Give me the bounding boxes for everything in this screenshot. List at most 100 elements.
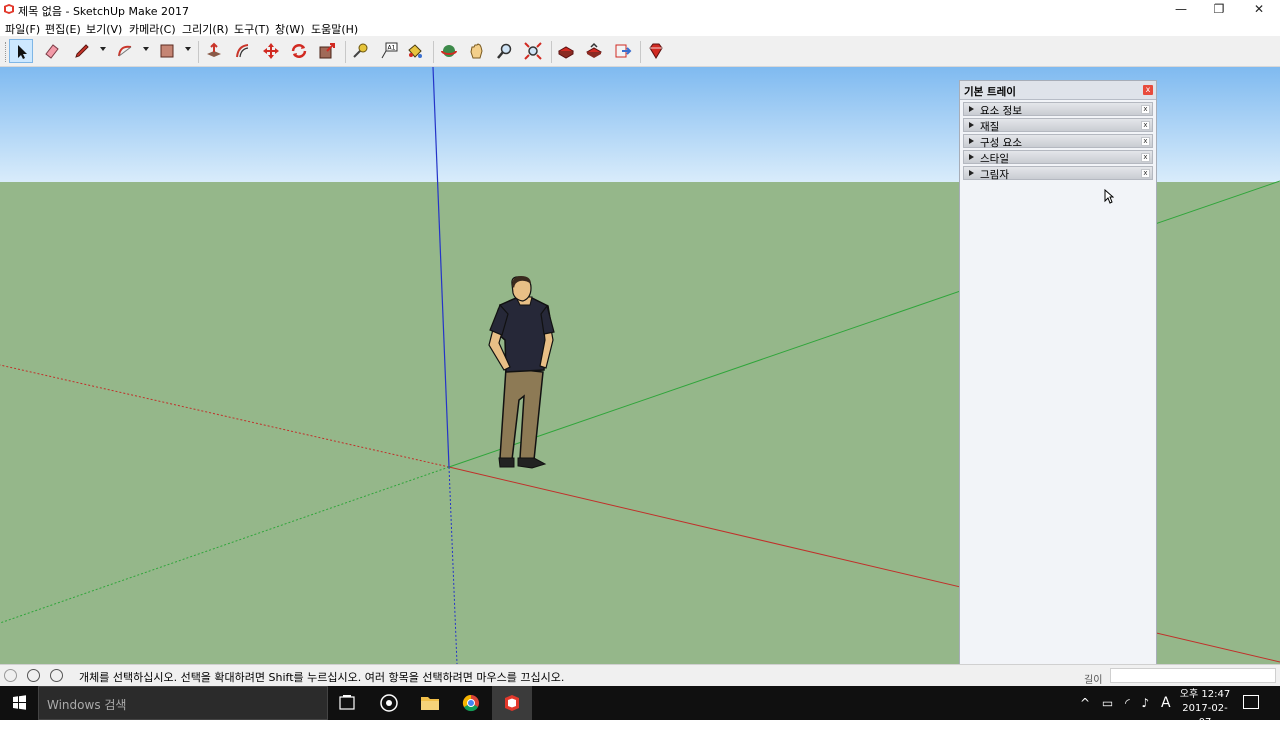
camera-app-icon[interactable] bbox=[369, 686, 409, 720]
paint-bucket-tool[interactable] bbox=[403, 39, 427, 63]
pan-tool[interactable] bbox=[465, 39, 489, 63]
panel-shadows[interactable]: 그림자 x bbox=[963, 166, 1153, 181]
move-icon bbox=[263, 43, 279, 59]
rectangle-tool-dropdown[interactable] bbox=[185, 47, 191, 51]
measurements-label: 길이 bbox=[1084, 675, 1103, 686]
svg-text:A1: A1 bbox=[388, 45, 396, 52]
wifi-icon[interactable]: ◜ bbox=[1125, 696, 1130, 710]
show-hidden-icons-icon[interactable]: ^ bbox=[1080, 696, 1090, 710]
share-model-icon bbox=[585, 42, 603, 58]
measurements-box[interactable] bbox=[1110, 668, 1276, 683]
panel-close-button[interactable]: x bbox=[1141, 121, 1150, 130]
panel-close-button[interactable]: x bbox=[1141, 105, 1150, 114]
push-pull-tool[interactable] bbox=[202, 39, 226, 63]
offset-icon bbox=[236, 44, 249, 58]
action-center-icon[interactable] bbox=[1243, 695, 1259, 709]
panel-close-button[interactable]: x bbox=[1141, 137, 1150, 146]
send-to-layout-icon bbox=[615, 44, 632, 58]
chrome-icon[interactable] bbox=[451, 686, 491, 720]
scale-tool[interactable] bbox=[315, 39, 339, 63]
panel-components[interactable]: 구성 요소 x bbox=[963, 134, 1153, 149]
orbit-tool[interactable] bbox=[437, 39, 461, 63]
move-tool[interactable] bbox=[259, 39, 283, 63]
clock-date: 2017-02-07 bbox=[1182, 703, 1228, 728]
line-tool[interactable] bbox=[70, 39, 94, 63]
menu-draw[interactable]: 그리기(R) bbox=[182, 21, 229, 37]
panel-label: 재질 bbox=[980, 121, 1000, 133]
toolbar-separator bbox=[345, 41, 346, 63]
panel-styles[interactable]: 스타일 x bbox=[963, 150, 1153, 165]
scale-icon bbox=[319, 43, 335, 59]
line-tool-dropdown[interactable] bbox=[100, 47, 106, 51]
ime-indicator[interactable]: A bbox=[1161, 695, 1171, 711]
push-pull-icon bbox=[207, 42, 221, 57]
task-view-icon[interactable] bbox=[327, 686, 367, 720]
panel-close-button[interactable]: x bbox=[1141, 153, 1150, 162]
panel-close-button[interactable]: x bbox=[1141, 169, 1150, 178]
mouse-pointer-icon bbox=[1104, 189, 1114, 204]
battery-icon[interactable]: ▭ bbox=[1102, 696, 1113, 710]
select-tool[interactable] bbox=[9, 39, 33, 63]
tray-close-button[interactable]: x bbox=[1143, 85, 1153, 95]
minimize-button[interactable]: — bbox=[1162, 0, 1200, 20]
restore-button[interactable]: ❐ bbox=[1200, 0, 1238, 20]
geo-location-icon[interactable] bbox=[4, 669, 17, 682]
arc-tool[interactable] bbox=[113, 39, 137, 63]
menu-view[interactable]: 보기(V) bbox=[86, 21, 122, 37]
zoom-tool[interactable] bbox=[493, 39, 517, 63]
arc-icon bbox=[118, 45, 132, 57]
status-bar: 개체를 선택하십시오. 선택을 확대하려면 Shift를 누르십시오. 여러 항… bbox=[0, 664, 1280, 686]
panel-materials[interactable]: 재질 x bbox=[963, 118, 1153, 133]
ruby-icon bbox=[649, 43, 663, 59]
windows-taskbar: Windows 검색 ^ ▭ ◜ ♪ A 오후 12:47 2017-02-07 bbox=[0, 686, 1280, 728]
orbit-icon bbox=[441, 45, 457, 57]
menu-tools[interactable]: 도구(T) bbox=[234, 21, 270, 37]
tray-title-bar[interactable]: 기본 트레이 x bbox=[960, 81, 1156, 100]
pencil-icon bbox=[75, 44, 89, 58]
menu-help[interactable]: 도움말(H) bbox=[311, 21, 358, 37]
tape-measure-tool[interactable] bbox=[348, 39, 372, 63]
credits-icon[interactable] bbox=[27, 669, 40, 682]
rectangle-tool[interactable] bbox=[155, 39, 179, 63]
system-tray: ^ ▭ ◜ ♪ A bbox=[1080, 695, 1171, 711]
eraser-icon bbox=[45, 44, 59, 59]
panel-label: 스타일 bbox=[980, 153, 1009, 165]
offset-tool[interactable] bbox=[231, 39, 255, 63]
share-model-tool[interactable] bbox=[582, 39, 606, 63]
menu-camera[interactable]: 카메라(C) bbox=[129, 21, 176, 37]
paint-bucket-icon bbox=[408, 44, 422, 58]
menu-edit[interactable]: 편집(E) bbox=[45, 21, 81, 37]
warehouse-tool[interactable] bbox=[554, 39, 578, 63]
rotate-tool[interactable] bbox=[287, 39, 311, 63]
zoom-extents-tool[interactable] bbox=[521, 39, 545, 63]
user-icon[interactable] bbox=[50, 669, 63, 682]
panel-entity-info[interactable]: 요소 정보 x bbox=[963, 102, 1153, 117]
expand-arrow-icon bbox=[969, 138, 974, 144]
title-bar: 제목 없음 - SketchUp Make 2017 — ❐ ✕ bbox=[0, 0, 1280, 20]
toolbar-separator bbox=[433, 41, 434, 63]
panel-label: 그림자 bbox=[980, 169, 1009, 181]
volume-icon[interactable]: ♪ bbox=[1142, 696, 1150, 710]
windows-start-icon[interactable] bbox=[0, 686, 38, 720]
toolbar-grip[interactable] bbox=[5, 42, 7, 62]
menu-file[interactable]: 파일(F) bbox=[5, 21, 40, 37]
send-to-layout-tool[interactable] bbox=[611, 39, 635, 63]
toolbar-separator bbox=[551, 41, 552, 63]
close-button[interactable]: ✕ bbox=[1240, 0, 1278, 20]
taskbar-search-box[interactable]: Windows 검색 bbox=[38, 686, 328, 720]
toolbar-separator bbox=[198, 41, 199, 63]
text-tool[interactable]: A1 bbox=[377, 39, 401, 63]
menu-window[interactable]: 창(W) bbox=[275, 21, 305, 37]
taskbar-clock[interactable]: 오후 12:47 2017-02-07 bbox=[1176, 688, 1234, 730]
text-icon: A1 bbox=[381, 42, 398, 59]
sketchup-taskbar-icon[interactable] bbox=[492, 686, 532, 720]
file-explorer-icon[interactable] bbox=[410, 686, 450, 720]
extension-warehouse-tool[interactable] bbox=[644, 39, 668, 63]
expand-arrow-icon bbox=[969, 122, 974, 128]
magnifier-icon bbox=[497, 43, 512, 59]
arc-tool-dropdown[interactable] bbox=[143, 47, 149, 51]
panel-label: 요소 정보 bbox=[980, 105, 1022, 117]
eraser-tool[interactable] bbox=[40, 39, 64, 63]
window-title: 제목 없음 - SketchUp Make 2017 bbox=[18, 5, 189, 18]
expand-arrow-icon bbox=[969, 154, 974, 160]
